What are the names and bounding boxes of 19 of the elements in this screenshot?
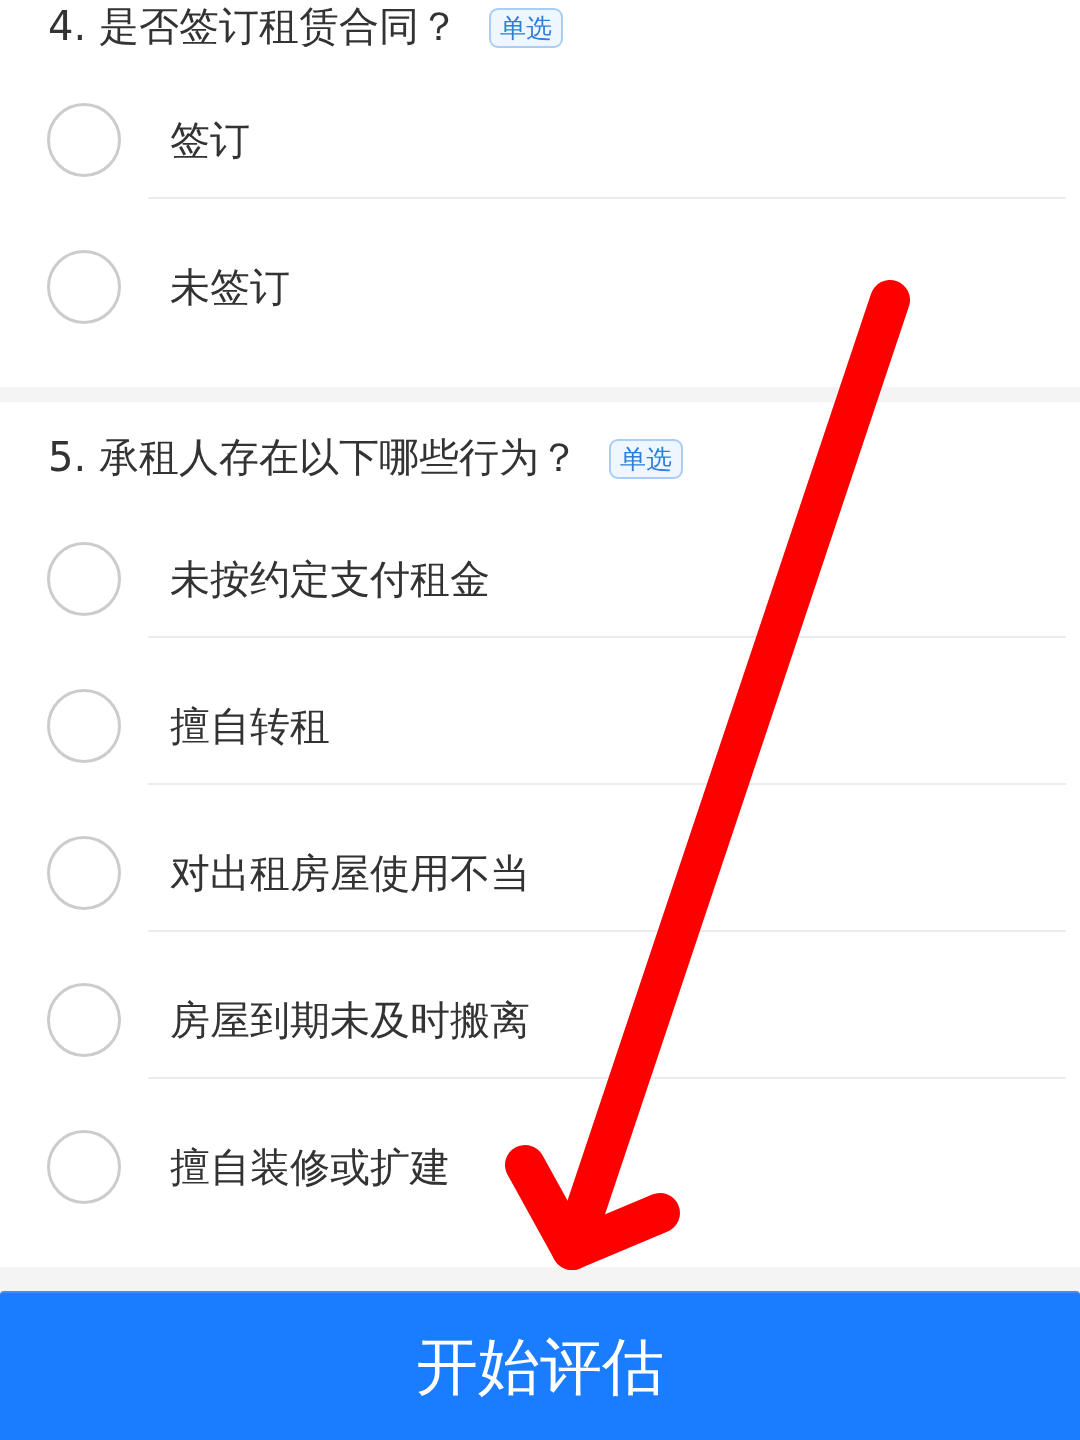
option-label[interactable]: 房屋到期未及时搬离 — [170, 983, 530, 1057]
question-title: 5. 承租人存在以下哪些行为？ — [48, 433, 579, 482]
radio-button[interactable] — [47, 542, 121, 616]
radio-button[interactable] — [47, 1130, 121, 1204]
option-label[interactable]: 对出租房屋使用不当 — [170, 836, 530, 910]
option-label[interactable]: 擅自转租 — [170, 689, 330, 763]
question-type-tag: 单选 — [608, 439, 683, 479]
option-label[interactable]: 未按约定支付租金 — [170, 542, 490, 616]
radio-button[interactable] — [47, 103, 121, 177]
question-type-tag: 单选 — [488, 8, 563, 48]
radio-button[interactable] — [47, 250, 121, 324]
option-label[interactable]: 未签订 — [170, 250, 290, 324]
radio-button[interactable] — [47, 836, 121, 910]
option-label[interactable]: 签订 — [170, 103, 250, 177]
radio-button[interactable] — [47, 983, 121, 1057]
radio-button[interactable] — [47, 689, 121, 763]
option-label[interactable]: 擅自装修或扩建 — [170, 1130, 450, 1204]
start-assessment-button[interactable]: 开始评估 — [0, 1291, 1080, 1440]
question-title: 4. 是否签订租赁合同？ — [48, 2, 459, 51]
